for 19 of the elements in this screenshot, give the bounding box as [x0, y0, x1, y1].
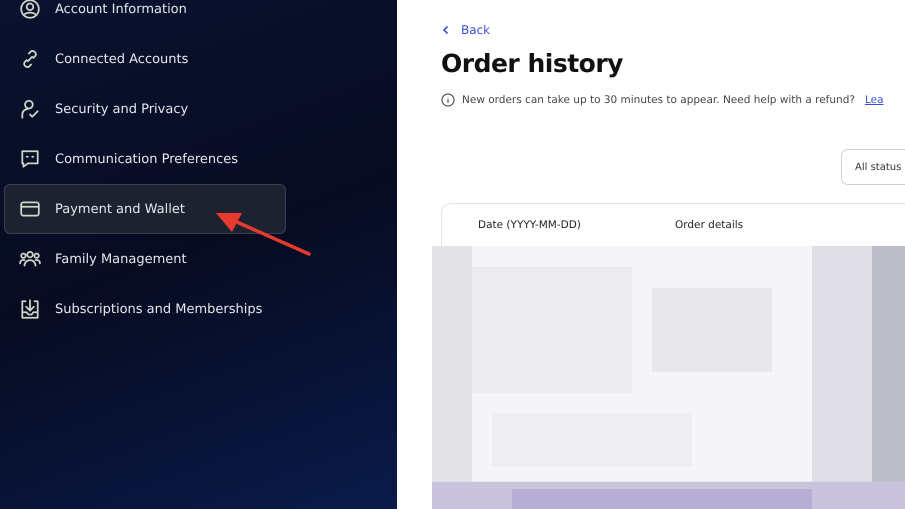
notice-text: New orders can take up to 30 minutes to appear. Need help with a refund?	[462, 94, 855, 106]
column-header: Date (YYYY-MM-DD)	[478, 219, 582, 231]
sidebar-item[interactable]: Communication Preferences	[4, 134, 286, 184]
sidebar-item[interactable]: Connected Accounts	[4, 34, 286, 84]
chat-icon	[19, 148, 41, 170]
back-link[interactable]: Back	[441, 23, 490, 37]
person-check-icon	[19, 98, 41, 120]
info-icon	[441, 93, 455, 107]
column-header: Order details	[675, 219, 744, 231]
sidebar-item[interactable]: Subscriptions and Memberships	[4, 284, 286, 334]
sidebar-item[interactable]: Account Information	[4, 0, 286, 34]
sidebar-item[interactable]: Security and Privacy	[4, 84, 286, 134]
sidebar-item[interactable]: Family Management	[4, 234, 286, 284]
page-title: Order history	[441, 49, 624, 78]
chevron-left-icon	[441, 25, 451, 35]
learn-link[interactable]: Lea	[864, 94, 884, 106]
download-box-icon	[19, 298, 41, 320]
sidebar-item[interactable]: Payment and Wallet	[4, 184, 286, 234]
status-dropdown[interactable]: All status	[841, 149, 905, 185]
